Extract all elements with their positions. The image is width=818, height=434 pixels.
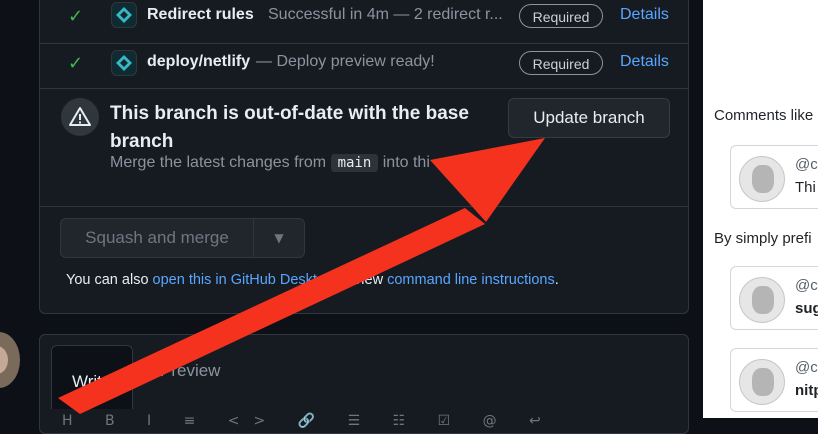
alt-text-suffix: . [554,272,559,288]
check-name: Redirect rules [147,6,254,23]
required-badge: Required [519,4,603,28]
squash-merge-button[interactable]: Squash and merge [61,219,253,257]
alt-text-middle: or view [337,272,384,288]
avatar [739,359,785,405]
comment-card: @c sug [730,266,818,330]
squash-merge-button-group: Squash and merge ▼ [60,218,305,258]
merge-box: ✓ Redirect rules Successful in 4m — 2 re… [39,0,689,314]
check-name: deploy/netlify [147,53,251,70]
update-branch-button[interactable]: Update branch [508,98,670,138]
docs-text: Comments like [714,107,814,124]
subtitle-prefix: Merge the latest changes from [110,154,327,171]
avatar [739,156,785,202]
docs-text: By simply prefi [714,230,812,247]
notice-subtitle: Merge the latest changes from main into … [110,154,450,172]
tab-write-label: Write [72,372,112,391]
check-description: Successful in 4m — 2 redirect r... [268,6,503,23]
merge-alternatives-text: You can also open this in GitHub Desktop… [66,272,559,288]
comment-card: @c nitp [730,348,818,412]
cli-instructions-link[interactable]: command line instructions [387,272,555,288]
comment-text: nitp [795,382,818,399]
comment-text: sug [795,300,818,317]
subtitle-suffix: into thi [382,154,430,171]
base-branch-name: main [330,154,379,172]
merge-options-chevron-icon[interactable]: ▼ [254,219,304,257]
check-description: — Deploy preview ready! [256,53,435,70]
markdown-toolbar-icons[interactable]: H B I ≡ <> 🔗 ☰ ☷ ☑ @ ↩ [62,413,555,429]
netlify-logo-icon [111,2,137,28]
required-badge: Required [519,51,603,75]
comment-user: @c [795,277,818,294]
comment-user: @c [795,359,818,376]
netlify-logo-icon [111,50,137,76]
comment-card: @c Thi [730,145,818,209]
details-link[interactable]: Details [620,53,669,71]
alt-text-prefix: You can also [66,272,149,288]
notice-title: This branch is out-of-date with the base… [110,103,469,152]
alert-icon [61,98,99,136]
open-desktop-link[interactable]: open this in GitHub Desktop [153,272,334,288]
check-row-deploy-netlify: ✓ deploy/netlify — Deploy preview ready!… [40,43,688,89]
comment-text: Thi [795,179,816,196]
comment-editor: Write Preview H B I ≡ <> 🔗 ☰ ☷ ☑ @ ↩ [39,334,689,434]
tab-preview[interactable]: Preview [160,361,220,381]
docs-side-pane: Comments like @c Thi By simply prefi @c … [703,0,818,418]
check-icon: ✓ [68,53,84,74]
tab-write[interactable]: Write [51,345,133,409]
check-row-redirect-rules: ✓ Redirect rules Successful in 4m — 2 re… [40,0,688,44]
out-of-date-notice: This branch is out-of-date with the base… [40,88,688,207]
avatar [739,277,785,323]
comment-user: @c [795,156,818,173]
details-link[interactable]: Details [620,6,669,24]
check-icon: ✓ [68,6,84,27]
